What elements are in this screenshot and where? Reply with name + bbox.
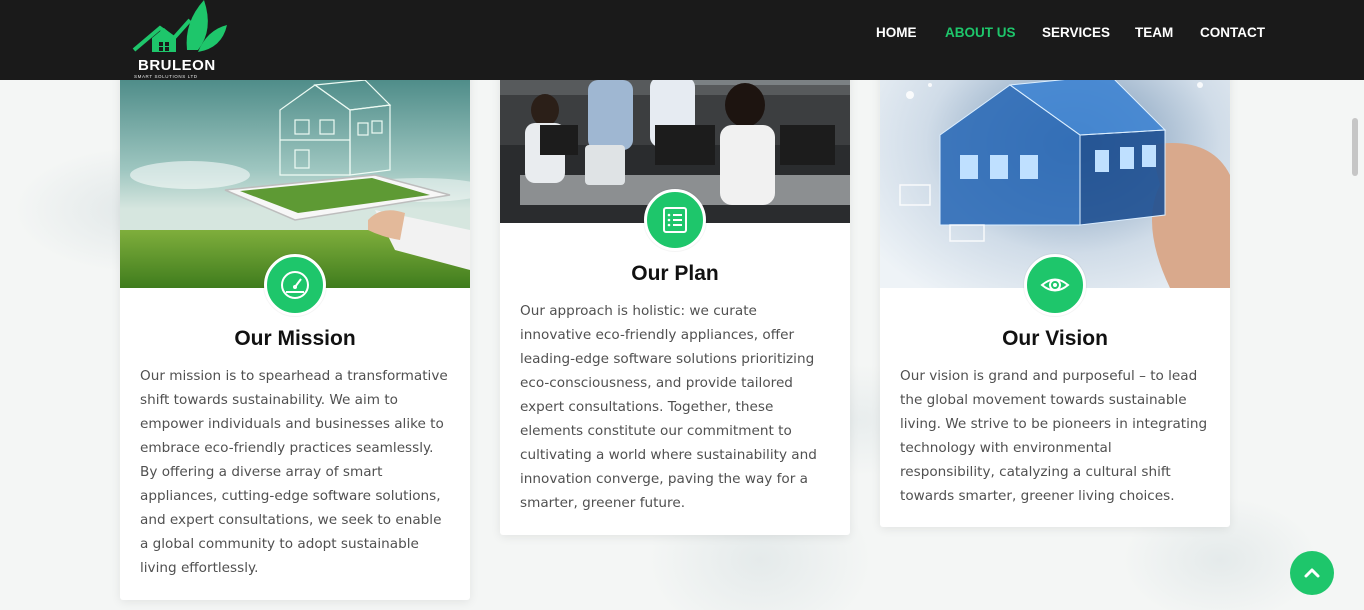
nav-about-us[interactable]: ABOUT US bbox=[945, 25, 1016, 40]
vision-title: Our Vision bbox=[1002, 327, 1108, 350]
speedometer-icon bbox=[281, 271, 309, 299]
speedometer-icon-badge bbox=[264, 254, 326, 316]
eye-icon bbox=[1040, 278, 1070, 292]
vision-card: Our Vision Our vision is grand and purpo… bbox=[880, 25, 1230, 527]
chevron-up-icon bbox=[1304, 568, 1320, 578]
list-document-icon bbox=[663, 207, 687, 233]
mission-title: Our Mission bbox=[234, 327, 356, 350]
mission-card: Our Mission Our mission is to spearhead … bbox=[120, 25, 470, 600]
plan-title: Our Plan bbox=[631, 262, 719, 285]
scroll-to-top-button[interactable] bbox=[1290, 551, 1334, 595]
nav-team[interactable]: TEAM bbox=[1135, 25, 1173, 40]
nav-home[interactable]: HOME bbox=[876, 25, 917, 40]
nav-contact[interactable]: CONTACT bbox=[1200, 25, 1265, 40]
logo-leaf-house-icon bbox=[132, 0, 227, 52]
vision-text: Our vision is grand and purposeful – to … bbox=[900, 368, 1208, 504]
mission-text: Our mission is to spearhead a transforma… bbox=[140, 368, 448, 576]
plan-card: Our Plan Our approach is holistic: we cu… bbox=[500, 25, 850, 535]
eye-icon-badge bbox=[1024, 254, 1086, 316]
brand-tagline: SMART SOLUTIONS LTD bbox=[134, 74, 198, 79]
list-document-icon-badge bbox=[644, 189, 706, 251]
nav-services[interactable]: SERVICES bbox=[1042, 25, 1110, 40]
page-scrollbar[interactable] bbox=[1352, 118, 1358, 176]
plan-text: Our approach is holistic: we curate inno… bbox=[520, 303, 817, 511]
brand-name: BRULEON bbox=[138, 57, 216, 74]
